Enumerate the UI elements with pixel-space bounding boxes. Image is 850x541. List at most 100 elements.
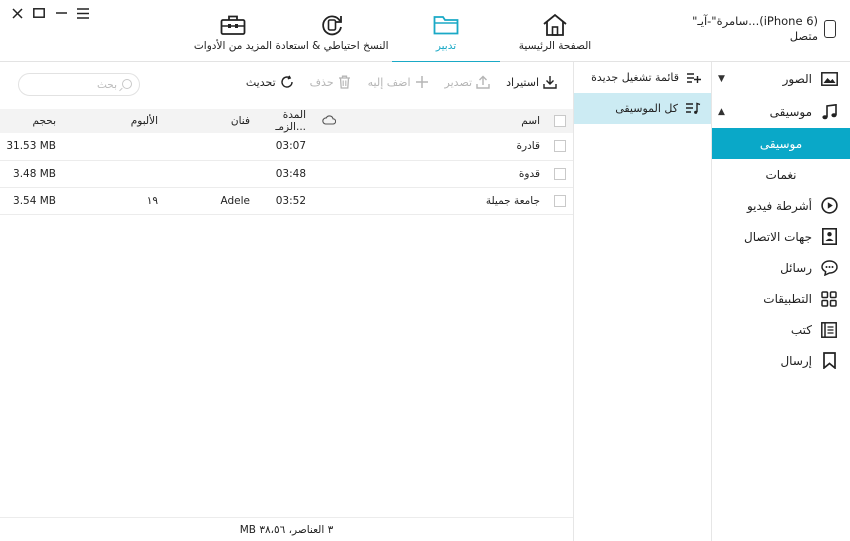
delete-button[interactable]: حذف — [310, 75, 352, 89]
plus-icon — [415, 75, 429, 89]
refresh-label: تحديث — [245, 75, 276, 89]
cell-select — [546, 133, 573, 161]
add-to-label: اضف إليه — [367, 75, 411, 89]
close-button[interactable] — [6, 4, 28, 22]
export-button[interactable]: تصدير — [445, 75, 491, 89]
top-bar: المزيد من الأدوات النسخ احتياطي & استعاد… — [0, 0, 850, 63]
tab-manage[interactable]: تدبير — [392, 0, 500, 63]
music-note-icon — [820, 103, 838, 121]
nav-item-contacts[interactable]: جهات الاتصال — [712, 221, 850, 252]
cell-album — [62, 160, 164, 188]
device-text: "سامرة"-آيـ...(iPhone 6) متصل — [692, 14, 818, 44]
device-info: "سامرة"-آيـ...(iPhone 6) متصل — [692, 14, 836, 44]
nav-item-photos[interactable]: ▼ الصور — [712, 62, 850, 95]
cell-album: ١٩ — [62, 187, 164, 215]
tab-more-tools[interactable]: المزيد من الأدوات — [194, 0, 272, 62]
nav-item-messages[interactable]: رسائل — [712, 252, 850, 283]
table-row[interactable]: 31.53 MB 03:07 قادرة — [0, 133, 573, 161]
phone-icon — [824, 20, 836, 38]
table-row[interactable]: 3.54 MB ١٩ Adele 03:52 جامعة جميلة — [0, 187, 573, 215]
cell-cloud — [312, 160, 346, 188]
new-playlist-label: قائمة تشغيل جديدة — [591, 71, 679, 84]
refresh-icon — [280, 75, 294, 89]
add-to-button[interactable]: اضف إليه — [368, 75, 429, 89]
tab-home[interactable]: الصفحة الرئيسية — [500, 0, 610, 62]
cell-name: جامعة جميلة — [346, 187, 546, 215]
cell-duration: 03:52 — [256, 187, 312, 215]
nav-item-apps[interactable]: التطبيقات — [712, 283, 850, 314]
header-name[interactable]: اسم — [346, 109, 546, 133]
bookmark-icon — [820, 352, 838, 370]
tab-backup-restore[interactable]: النسخ احتياطي & استعادة — [272, 0, 392, 62]
cell-name: قادرة — [346, 133, 546, 161]
nav-item-books[interactable]: كتب — [712, 314, 850, 345]
add-playlist-icon — [687, 72, 701, 83]
nav-label-videos: أشرطة فيديو — [746, 198, 812, 213]
cell-duration: 03:07 — [256, 133, 312, 161]
category-nav: ▼ الصور ▲ موسيقى موسيقى نغمات أشرطة فيدي… — [711, 62, 850, 541]
table-header: بحجم الألبوم فنان المدة الزمـ... اسم — [0, 109, 573, 133]
cell-cloud — [312, 133, 346, 161]
delete-label: حذف — [309, 75, 334, 89]
cell-select — [546, 187, 573, 215]
tab-label: تدبير — [435, 40, 457, 52]
nav-label-contacts: جهات الاتصال — [743, 229, 812, 244]
device-name: "سامرة"-آيـ...(iPhone 6) — [692, 14, 818, 28]
nav-label-apps: التطبيقات — [763, 291, 812, 306]
search-placeholder: بحث — [96, 78, 117, 91]
toolbar-actions: استيراد تصدير اضف إليه حذف تحديث — [246, 75, 557, 89]
row-checkbox[interactable] — [553, 140, 566, 153]
cell-artist — [164, 160, 256, 188]
nav-label-photos: الصور — [782, 71, 812, 86]
header-album[interactable]: الألبوم — [62, 109, 164, 133]
home-icon — [541, 12, 569, 38]
cell-select — [546, 160, 573, 188]
image-icon — [820, 70, 838, 88]
cell-size: 31.53 MB — [0, 133, 62, 161]
select-all-checkbox[interactable] — [553, 115, 566, 127]
minimize-button[interactable] — [50, 4, 72, 22]
nav-label-send: إرسال — [780, 353, 812, 368]
nav-sublabel-music: موسيقى — [759, 136, 803, 151]
tab-label: النسخ احتياطي & استعادة — [275, 40, 389, 52]
playlist-item-all-music[interactable]: كل الموسيقى — [574, 93, 711, 124]
header-duration[interactable]: المدة الزمـ... — [256, 109, 312, 133]
header-artist[interactable]: فنان — [164, 109, 256, 133]
import-button[interactable]: استيراد — [506, 75, 557, 89]
header-cloud[interactable] — [312, 109, 346, 133]
nav-label-books: كتب — [790, 322, 812, 337]
header-size[interactable]: بحجم — [0, 109, 62, 133]
toolbar: بحث استيراد تصدير اضف إليه حذف تحديث — [0, 62, 573, 107]
trash-icon — [338, 75, 352, 89]
nav-label-music: موسيقى — [769, 104, 812, 119]
nav-subitem-music[interactable]: موسيقى — [712, 128, 850, 159]
nav-item-videos[interactable]: أشرطة فيديو — [712, 190, 850, 221]
nav-label-messages: رسائل — [780, 260, 812, 275]
chevron-up-icon: ▲ — [718, 106, 725, 117]
table-row[interactable]: 3.48 MB 03:48 قدوة — [0, 160, 573, 188]
device-status: متصل — [789, 29, 818, 43]
nav-sublabel-ringtones: نغمات — [765, 167, 797, 182]
import-icon — [543, 75, 557, 89]
new-playlist-button[interactable]: قائمة تشغيل جديدة — [574, 62, 711, 93]
all-music-label: كل الموسيقى — [615, 102, 678, 115]
row-checkbox[interactable] — [553, 194, 566, 207]
menu-button[interactable] — [72, 4, 94, 22]
status-bar: ٣ العناصر، ٣٨،٥٦ MB — [0, 517, 573, 541]
tab-label: المزيد من الأدوات — [193, 40, 273, 52]
refresh-button[interactable]: تحديث — [246, 75, 294, 89]
search-input[interactable]: بحث — [18, 73, 140, 96]
nav-item-send[interactable]: إرسال — [712, 345, 850, 376]
main-tabs: المزيد من الأدوات النسخ احتياطي & استعاد… — [194, 0, 610, 63]
maximize-button[interactable] — [28, 4, 50, 22]
cell-size: 3.48 MB — [0, 160, 62, 188]
export-label: تصدير — [444, 75, 473, 89]
header-select-all — [546, 109, 573, 133]
main-content: بحث استيراد تصدير اضف إليه حذف تحديث بحج… — [0, 62, 573, 541]
close-icon — [11, 7, 23, 19]
row-checkbox[interactable] — [553, 167, 566, 180]
nav-item-music[interactable]: ▲ موسيقى — [712, 95, 850, 128]
window-controls — [6, 4, 94, 22]
nav-subitem-ringtones[interactable]: نغمات — [712, 159, 850, 190]
contact-card-icon — [820, 228, 838, 246]
